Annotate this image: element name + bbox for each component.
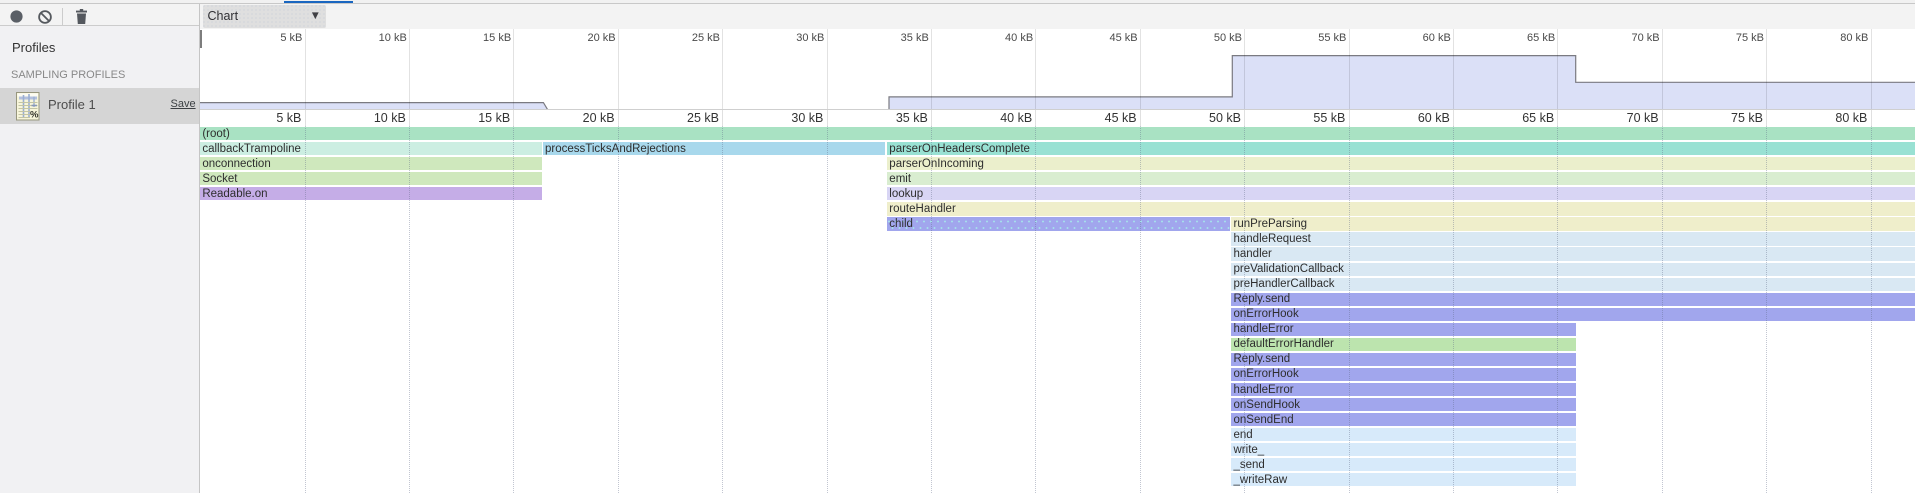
- svg-text:%: %: [30, 110, 39, 121]
